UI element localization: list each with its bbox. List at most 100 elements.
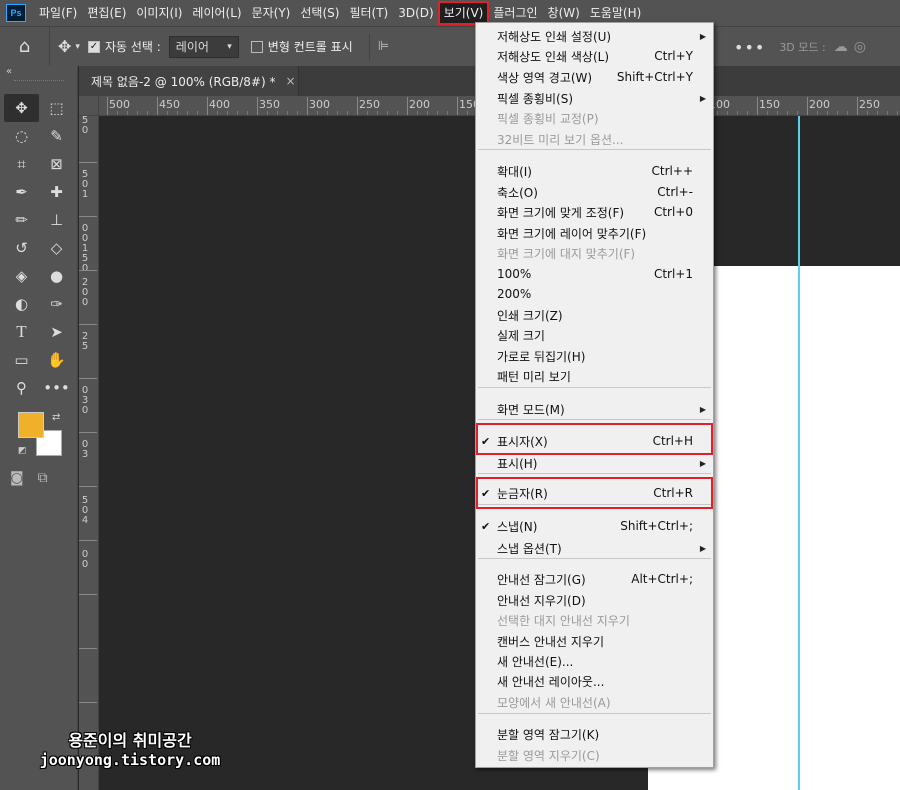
ruler-minor-tick: [417, 111, 418, 115]
ruler-tick: [79, 270, 97, 271]
menu-item-16[interactable]: 가로로 뒤집기(H): [476, 346, 713, 366]
menu-item-7[interactable]: 확대(I) Ctrl++: [476, 161, 713, 181]
align-left-icon[interactable]: ⊫: [378, 39, 389, 54]
healing-brush-tool-icon[interactable]: ✚: [39, 178, 74, 206]
move-tool-preset[interactable]: ✥ ▾: [50, 37, 88, 56]
more-options-button[interactable]: •••: [734, 38, 765, 57]
home-icon[interactable]: ⌂: [0, 26, 50, 67]
menu-item-17[interactable]: 패턴 미리 보기: [476, 366, 713, 386]
swap-colors-icon[interactable]: ⇄: [52, 412, 60, 423]
3d-rotate-icon[interactable]: ◎: [854, 39, 866, 55]
menu-layer[interactable]: 레이어(L): [187, 2, 246, 24]
eraser-tool-icon[interactable]: ◇: [39, 234, 74, 262]
zoom-tool-icon[interactable]: ⚲: [4, 374, 39, 402]
frame-tool-icon[interactable]: ⊠: [39, 150, 74, 178]
transform-controls-checkbox[interactable]: [250, 40, 263, 53]
panel-grip[interactable]: [14, 80, 64, 84]
ruler-minor-tick: [837, 111, 838, 115]
submenu-arrow-icon: ▶: [699, 543, 706, 553]
menu-item-shortcut: Ctrl+0: [653, 205, 693, 219]
ruler-label: 450: [159, 98, 180, 111]
default-colors-icon[interactable]: ◩: [18, 446, 27, 456]
auto-select-dropdown[interactable]: 레이어 ▾: [168, 35, 239, 58]
menu-filter[interactable]: 필터(T): [344, 2, 393, 24]
menu-item-15[interactable]: 실제 크기: [476, 325, 713, 345]
type-tool-icon[interactable]: T: [4, 318, 39, 346]
ruler-minor-tick: [737, 111, 738, 115]
ruler-minor-tick: [177, 111, 178, 115]
menu-item-1[interactable]: 저해상도 인쇄 설정(U) ▶: [476, 26, 713, 46]
menu-item-14[interactable]: 인쇄 크기(Z): [476, 305, 713, 325]
document-tab[interactable]: 제목 없음-2 @ 100% (RGB/8#) * ×: [79, 66, 299, 96]
quick-select-tool-icon[interactable]: ✎: [39, 122, 74, 150]
crop-tool-icon[interactable]: ⌗: [4, 150, 39, 178]
ruler-corner[interactable]: [79, 96, 99, 116]
menu-help[interactable]: 도움말(H): [585, 2, 647, 24]
marquee-tool-icon[interactable]: ⬚: [39, 94, 74, 122]
rectangle-tool-icon[interactable]: ▭: [4, 346, 39, 374]
foreground-color-swatch[interactable]: [18, 412, 44, 438]
pen-tool-icon[interactable]: ✑: [39, 290, 74, 318]
menu-item-25[interactable]: 안내선 지우기(D): [476, 590, 713, 610]
menu-image[interactable]: 이미지(I): [131, 2, 187, 24]
menu-item-8[interactable]: 축소(O) Ctrl+-: [476, 182, 713, 202]
menu-item-27[interactable]: 캔버스 안내선 지우기: [476, 631, 713, 651]
paint-bucket-tool-icon[interactable]: ◈: [4, 262, 39, 290]
menu-item-28[interactable]: 새 안내선(E)...: [476, 651, 713, 671]
menu-item-31[interactable]: 분할 영역 잠그기(K): [476, 724, 713, 744]
menu-item-6: 32비트 미리 보기 옵션...: [476, 129, 713, 149]
menu-item-18[interactable]: 화면 모드(M) ▶: [476, 399, 713, 419]
menu-item-label: 화면 크기에 대지 맞추기(F): [497, 246, 636, 261]
ruler-minor-tick: [127, 111, 128, 115]
menu-view[interactable]: 보기(V): [437, 1, 490, 25]
lasso-tool-icon[interactable]: ◌: [4, 122, 39, 150]
ruler-label: 300: [309, 98, 330, 111]
brush-tool-icon[interactable]: ✏: [4, 206, 39, 234]
dodge-tool-icon[interactable]: ◐: [4, 290, 39, 318]
menu-item-22[interactable]: ✔ 스냅(N) Shift+Ctrl+;: [476, 516, 713, 536]
quick-mask-icon[interactable]: ◙: [10, 470, 24, 486]
ruler-tick: [307, 97, 308, 115]
menu-item-20[interactable]: 표시(H) ▶: [476, 453, 713, 473]
menu-item-29[interactable]: 새 안내선 레이아웃...: [476, 671, 713, 691]
eyedropper-tool-icon[interactable]: ✒: [4, 178, 39, 206]
menu-3d[interactable]: 3D(D): [393, 2, 438, 24]
3d-orbit-icon[interactable]: ☁: [834, 39, 848, 55]
view-menu-dropdown: 저해상도 인쇄 설정(U) ▶ 저해상도 인쇄 색상(L) Ctrl+Y 색상 영역 경…: [475, 22, 714, 768]
more-tools-icon[interactable]: •••: [39, 374, 74, 402]
menu-select[interactable]: 선택(S): [295, 2, 344, 24]
menu-edit[interactable]: 편집(E): [82, 2, 131, 24]
ruler-tick: [407, 97, 408, 115]
collapse-panel-icon[interactable]: «: [6, 66, 12, 77]
vertical-guide[interactable]: [798, 116, 800, 790]
menu-type[interactable]: 문자(Y): [247, 2, 296, 24]
menu-file[interactable]: 파일(F): [34, 2, 82, 24]
checkmark-icon: ✔: [481, 519, 491, 533]
menu-item-9[interactable]: 화면 크기에 맞게 조정(F) Ctrl+0: [476, 202, 713, 222]
menu-item-24[interactable]: 안내선 잠그기(G) Alt+Ctrl+;: [476, 569, 713, 589]
ruler-label: 0: [81, 405, 89, 416]
menu-plugins[interactable]: 플러그인: [488, 2, 542, 24]
menu-item-10[interactable]: 화면 크기에 레이어 맞추기(F): [476, 223, 713, 243]
move-tool-icon[interactable]: ✥: [4, 94, 39, 122]
vertical-ruler[interactable]: 5050100150200250300350400: [79, 116, 99, 790]
menu-item-4[interactable]: 픽셀 종횡비(S) ▶: [476, 88, 713, 108]
submenu-arrow-icon: ▶: [699, 404, 706, 414]
close-icon[interactable]: ×: [285, 74, 295, 88]
screen-mode-icon[interactable]: ⧉: [38, 470, 48, 486]
auto-select-checkbox[interactable]: ✓: [87, 40, 100, 53]
menu-item-3[interactable]: 색상 영역 경고(W) Shift+Ctrl+Y: [476, 67, 713, 87]
menu-item-12[interactable]: 100% Ctrl+1: [476, 264, 713, 284]
history-brush-tool-icon[interactable]: ↺: [4, 234, 39, 262]
menu-item-2[interactable]: 저해상도 인쇄 색상(L) Ctrl+Y: [476, 46, 713, 66]
menu-item-26: 선택한 대지 안내선 지우기: [476, 610, 713, 630]
menu-window[interactable]: 창(W): [543, 2, 585, 24]
menu-item-13[interactable]: 200%: [476, 284, 713, 304]
menu-item-shortcut: Ctrl+Y: [654, 49, 693, 63]
blur-tool-icon[interactable]: ●: [39, 262, 74, 290]
menu-item-23[interactable]: 스냅 옵션(T) ▶: [476, 538, 713, 558]
path-selection-tool-icon[interactable]: ➤: [39, 318, 74, 346]
ruler-tick: [79, 216, 97, 217]
stamp-tool-icon[interactable]: ⊥: [39, 206, 74, 234]
hand-tool-icon[interactable]: ✋: [39, 346, 74, 374]
